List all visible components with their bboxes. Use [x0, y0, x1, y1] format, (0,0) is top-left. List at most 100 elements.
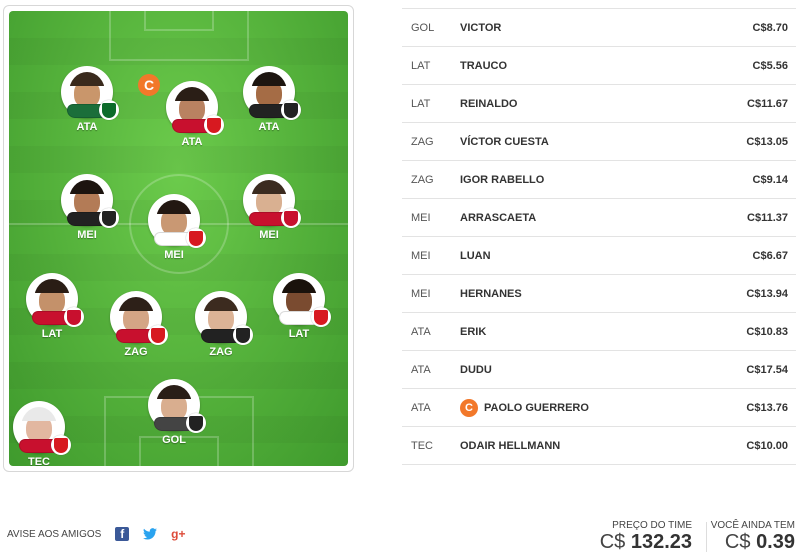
lineup-row[interactable]: ATA DUDU C$17.54 — [402, 351, 796, 389]
player-position-label: MEI — [259, 229, 279, 241]
lineup-player-name: IGOR RABELLO — [460, 173, 545, 186]
player-avatar — [243, 66, 301, 120]
player-position-label: ZAG — [209, 346, 233, 358]
player-avatar — [148, 194, 206, 248]
player-position-label: MEI — [164, 249, 184, 261]
google-plus-icon[interactable]: g+ — [171, 527, 185, 541]
player-avatar — [148, 379, 206, 433]
player-avatar — [243, 174, 301, 228]
lineup-position: MEI — [411, 211, 431, 224]
lineup-row[interactable]: ZAG IGOR RABELLO C$9.14 — [402, 161, 796, 199]
lineup-position: LAT — [411, 59, 431, 72]
player-avatar — [13, 401, 71, 455]
lineup-position: GOL — [411, 21, 435, 34]
player-card[interactable]: ZAG — [96, 291, 176, 358]
totals-divider — [706, 522, 707, 552]
lineup-player-name: HERNANES — [460, 287, 522, 300]
lineup-position: ZAG — [411, 135, 434, 148]
lineup-price: C$10.83 — [746, 325, 788, 338]
player-avatar — [166, 81, 224, 135]
player-card[interactable]: LAT — [259, 273, 339, 340]
player-card[interactable]: ATA — [47, 66, 127, 133]
remaining-value: 0.39 — [756, 531, 795, 553]
lineup-player-name: VICTOR — [460, 21, 502, 34]
player-avatar — [273, 273, 331, 327]
player-card[interactable]: ZAG — [181, 291, 261, 358]
player-avatar — [26, 273, 84, 327]
player-card[interactable]: MEI — [47, 174, 127, 241]
lineup-position: ATA — [411, 363, 431, 376]
lineup-price: C$10.00 — [746, 439, 788, 452]
lineup-price: C$6.67 — [752, 249, 788, 262]
player-card[interactable]: ATA — [229, 66, 309, 133]
lineup-price: C$5.56 — [752, 59, 788, 72]
share-bar: AVISE AOS AMIGOS f g+ — [7, 527, 199, 541]
player-card[interactable]: LAT — [12, 273, 92, 340]
player-card[interactable]: MEI — [229, 174, 309, 241]
lineup-row[interactable]: ZAG VÍCTOR CUESTA C$13.05 — [402, 123, 796, 161]
lineup-player-name: LUAN — [460, 249, 491, 262]
remaining-block: VOCÊ AINDA TEM C$ 0.39 — [711, 520, 795, 553]
club-crest-icon — [99, 100, 119, 120]
club-crest-icon — [204, 115, 224, 135]
player-position-label: GOL — [162, 434, 186, 446]
lineup-player-name: TRAUCO — [460, 59, 508, 72]
twitter-icon[interactable] — [143, 527, 158, 541]
club-crest-icon — [281, 100, 301, 120]
lineup-row[interactable]: TEC ODAIR HELLMANN C$10.00 — [402, 427, 796, 465]
lineup-player-name: DUDU — [460, 363, 492, 376]
lineup-row[interactable]: LAT REINALDO C$11.67 — [402, 85, 796, 123]
player-position-label: MEI — [77, 229, 97, 241]
lineup-position: ZAG — [411, 173, 434, 186]
lineup-price: C$13.76 — [746, 401, 788, 414]
player-position-label: LAT — [41, 328, 63, 340]
lineup-row[interactable]: MEI LUAN C$6.67 — [402, 237, 796, 275]
lineup-player-name: ODAIR HELLMANN — [460, 439, 561, 452]
facebook-icon[interactable]: f — [115, 527, 130, 541]
lineup-position: ATA — [411, 401, 431, 414]
player-card[interactable]: MEI — [134, 194, 214, 261]
lineup-row[interactable]: MEI ARRASCAETA C$11.37 — [402, 199, 796, 237]
club-crest-icon — [311, 307, 331, 327]
lineup-position: ATA — [411, 325, 431, 338]
club-crest-icon — [281, 208, 301, 228]
captain-icon: C — [460, 398, 478, 417]
captain-icon: C — [138, 74, 160, 96]
player-avatar — [61, 174, 119, 228]
player-avatar — [61, 66, 119, 120]
field-panel: ATA ATA C ATA MEI MEI MEI LAT ZAG ZAG LAT GOL TEC — [3, 5, 354, 472]
player-card[interactable]: GOL — [134, 379, 214, 446]
lineup-row[interactable]: GOL VICTOR C$8.70 — [402, 9, 796, 47]
remaining-currency: C$ — [724, 531, 751, 553]
player-position-label: ATA — [258, 121, 280, 133]
club-crest-icon — [51, 435, 71, 455]
lineup-row[interactable]: ATA ERIK C$10.83 — [402, 313, 796, 351]
player-position-label: TEC — [28, 456, 50, 466]
lineup-price: C$9.14 — [752, 173, 788, 186]
club-crest-icon — [186, 413, 206, 433]
club-crest-icon — [148, 325, 168, 345]
club-crest-icon — [64, 307, 84, 327]
lineup-price: C$8.70 — [752, 21, 788, 34]
lineup-price: C$13.94 — [746, 287, 788, 300]
player-position-label: ZAG — [124, 346, 148, 358]
lineup-row[interactable]: MEI HERNANES C$13.94 — [402, 275, 796, 313]
team-price-currency: C$ — [599, 531, 626, 553]
lineup-position: MEI — [411, 249, 431, 262]
lineup-player-name: ERIK — [460, 325, 487, 338]
lineup-row[interactable]: ATA C PAOLO GUERRERO C$13.76 — [402, 389, 796, 427]
player-position-label: ATA — [76, 121, 98, 133]
lineup-position: MEI — [411, 287, 431, 300]
player-card[interactable]: TEC — [9, 401, 79, 466]
lineup-player-name: VÍCTOR CUESTA — [460, 135, 549, 148]
player-card[interactable]: ATA — [152, 81, 232, 148]
team-price-value: 132.23 — [630, 531, 692, 553]
club-crest-icon — [233, 325, 253, 345]
player-position-label: LAT — [288, 328, 310, 340]
team-price-block: PREÇO DO TIME C$ 132.23 — [600, 520, 692, 553]
lineup-price: C$11.37 — [747, 211, 788, 224]
lineup-price: C$11.67 — [747, 97, 788, 110]
club-crest-icon — [186, 228, 206, 248]
lineup-position: LAT — [411, 97, 431, 110]
lineup-row[interactable]: LAT TRAUCO C$5.56 — [402, 47, 796, 85]
